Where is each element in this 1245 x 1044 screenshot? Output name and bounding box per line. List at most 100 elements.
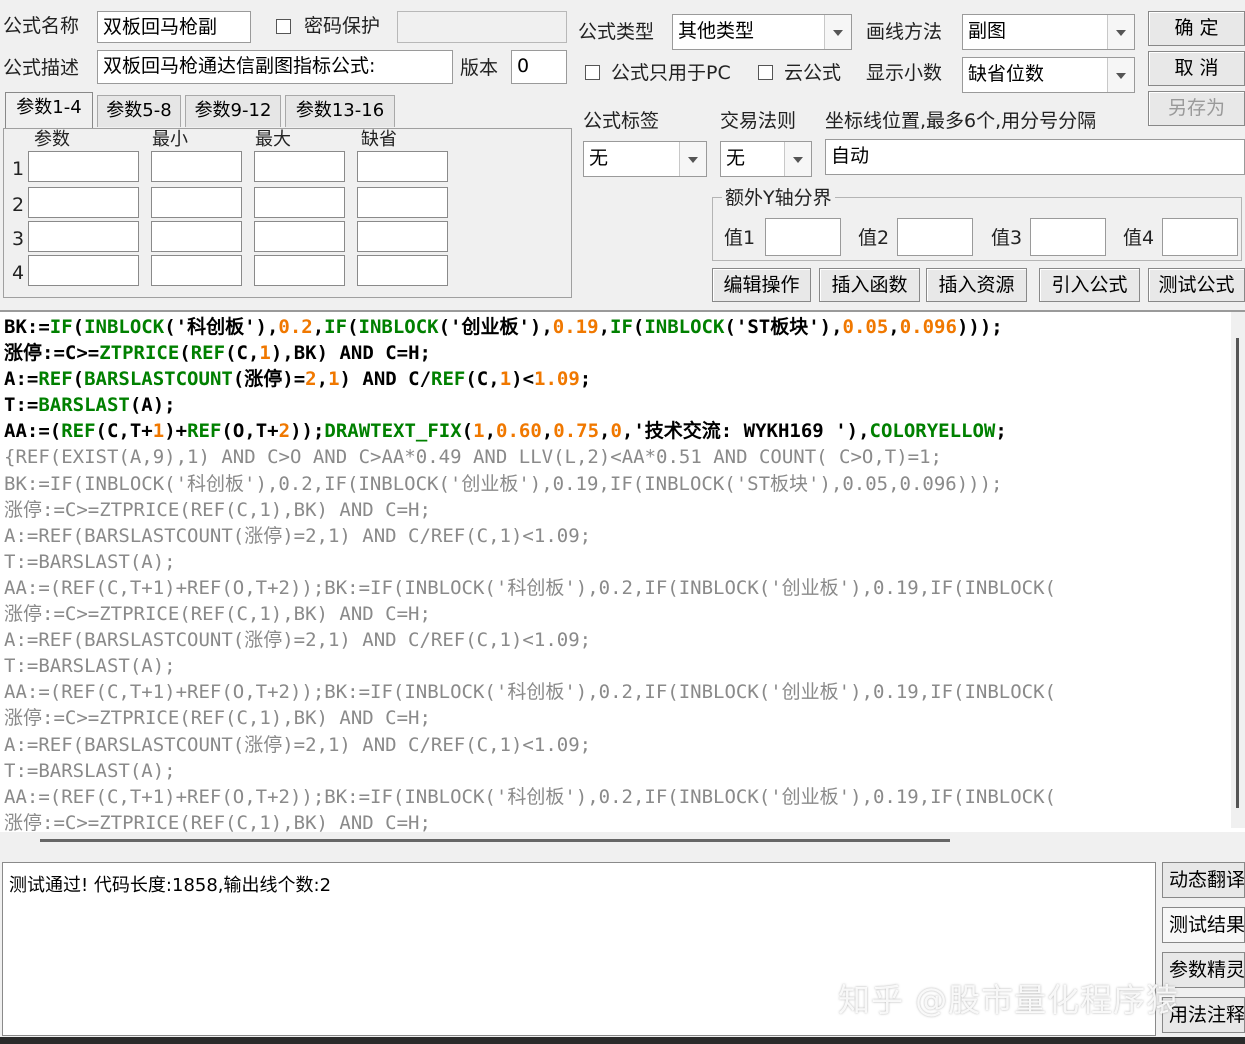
dynamic-translate-button[interactable]: 动态翻译 [1162,862,1245,898]
param-4-min[interactable] [151,255,242,286]
code-line[interactable]: 涨停:=C>=ZTPRICE(REF(C,1),BK) AND C=H; [4,601,1056,627]
tab-params-9-12[interactable]: 参数9-12 [185,95,281,127]
code-line[interactable]: 涨停:=C>=ZTPRICE(REF(C,1),BK) AND C=H; [4,705,1056,731]
code-line[interactable]: BK:=IF(INBLOCK('科创板'),0.2,IF(INBLOCK('创业… [4,471,1056,497]
param-4-max[interactable] [254,255,345,286]
param-2-name[interactable] [28,187,139,218]
code-line[interactable]: 涨停:=C>=ZTPRICE(REF(C,1),BK) AND C=H; [4,497,1056,523]
param-2-min[interactable] [151,187,242,218]
code-editor[interactable]: BK:=IF(INBLOCK('科创板'),0.2,IF(INBLOCK('创业… [0,310,1245,848]
param-header-max: 最大 [255,129,291,150]
param-row-number: 2 [12,194,25,216]
code-line[interactable]: T:=BARSLAST(A); [4,392,1056,418]
code-token: A:=REF(BARSLASTCOUNT(涨停)=2,1) AND C/REF(… [4,629,592,652]
code-line[interactable]: AA:=(REF(C,T+1)+REF(O,T+2));BK:=IF(INBLO… [4,784,1056,810]
code-line[interactable]: 涨停:=C>=ZTPRICE(REF(C,1),BK) AND C=H; [4,340,1056,366]
type-value: 其他类型 [678,20,755,42]
code-token: 涨停:=C>= [4,342,100,365]
param-3-default[interactable] [357,221,448,252]
code-token: REF [431,368,466,391]
edit-ops-button[interactable]: 编辑操作 [712,268,811,302]
code-token: BARSLASTCOUNT [84,368,233,391]
insert-resource-button[interactable]: 插入资源 [926,268,1027,302]
test-results-button[interactable]: 测试结果 [1162,907,1245,943]
code-token: T:=BARSLAST(A); [4,655,176,678]
code-line[interactable]: A:=REF(BARSLASTCOUNT(涨停)=2,1) AND C/REF(… [4,523,1056,549]
rule-select[interactable]: 无 [720,141,812,177]
code-line[interactable]: AA:=(REF(C,T+1)+REF(O,T+2));BK:=IF(INBLO… [4,679,1056,705]
insert-function-button[interactable]: 插入函数 [819,268,920,302]
param-4-name[interactable] [28,255,139,286]
cloud-checkbox[interactable] [758,65,773,80]
code-line[interactable]: A:=REF(BARSLASTCOUNT(涨停)=2,1) AND C/REF(… [4,366,1056,392]
tab-params-13-16[interactable]: 参数13-16 [285,95,395,127]
param-1-max[interactable] [254,151,345,182]
code-line[interactable]: T:=BARSLAST(A); [4,653,1056,679]
code-line[interactable]: AA:=(REF(C,T+1)+REF(O,T+2));BK:=IF(INBLO… [4,575,1056,601]
code-token: BARSLAST [38,394,130,417]
save-as-button[interactable]: 另存为 [1148,91,1245,126]
chevron-down-icon [679,142,706,176]
y2-field[interactable] [897,218,973,256]
draw-select[interactable]: 副图 [962,14,1135,50]
decimals-select[interactable]: 缺省位数 [962,57,1135,93]
code-text[interactable]: BK:=IF(INBLOCK('科创板'),0.2,IF(INBLOCK('创业… [4,314,1056,836]
code-line[interactable]: AA:=(REF(C,T+1)+REF(O,T+2));DRAWTEXT_FIX… [4,418,1056,444]
y2-label: 值2 [858,227,890,249]
code-token: ( [72,316,85,338]
param-2-max[interactable] [254,187,345,218]
y3-field[interactable] [1030,218,1106,256]
draw-value: 副图 [968,20,1007,42]
code-token: , [541,420,554,443]
param-3-min[interactable] [151,221,242,252]
version-field[interactable]: 0 [511,50,567,84]
chevron-down-icon [784,142,811,176]
param-1-name[interactable] [28,151,139,182]
type-select[interactable]: 其他类型 [672,14,852,50]
param-4-default[interactable] [357,255,448,286]
y4-field[interactable] [1162,218,1238,256]
code-token: REF [190,342,226,365]
ok-button[interactable]: 确 定 [1148,11,1245,46]
code-token: (A); [129,394,176,417]
decimals-value: 缺省位数 [968,63,1045,85]
code-token: ( [632,316,645,338]
code-token: {REF(EXIST(A,9),1) AND C>O AND C>AA*0.49… [4,446,942,469]
param-2-default[interactable] [357,187,448,218]
code-token: 涨停:=C>=ZTPRICE(REF(C,1),BK) AND C=H; [4,603,431,626]
tab-params-1-4[interactable]: 参数1-4 [5,92,93,128]
code-line[interactable]: T:=BARSLAST(A); [4,758,1056,784]
pc-only-checkbox[interactable] [585,65,600,80]
code-line[interactable]: A:=REF(BARSLASTCOUNT(涨停)=2,1) AND C/REF(… [4,627,1056,653]
param-1-default[interactable] [357,151,448,182]
code-token: (C, [465,368,500,391]
param-1-min[interactable] [151,151,242,182]
param-3-name[interactable] [28,221,139,252]
code-line[interactable]: {REF(EXIST(A,9),1) AND C>O AND C>AA*0.49… [4,444,1056,470]
name-field[interactable]: 双板回马枪副 [97,11,251,43]
password-checkbox[interactable] [276,19,291,34]
code-line[interactable]: A:=REF(BARSLASTCOUNT(涨停)=2,1) AND C/REF(… [4,732,1056,758]
tab-params-5-8[interactable]: 参数5-8 [97,95,181,127]
test-formula-button[interactable]: 测试公式 [1148,268,1245,302]
scroll-thumb[interactable] [1236,338,1239,808]
horizontal-scrollbar[interactable] [0,832,1245,848]
code-token: INBLOCK [644,316,725,338]
vertical-scrollbar[interactable] [1231,312,1245,828]
scroll-thumb[interactable] [40,839,950,842]
code-token: 0.19 [552,316,599,338]
desc-field[interactable]: 双板回马枪通达信副图指标公式: [97,50,453,84]
version-label: 版本 [460,57,499,79]
import-formula-button[interactable]: 引入公式 [1039,268,1140,302]
code-line[interactable]: T:=BARSLAST(A); [4,549,1056,575]
code-token: 涨停:=C>=ZTPRICE(REF(C,1),BK) AND C=H; [4,811,431,834]
tag-select[interactable]: 无 [583,141,707,177]
y1-field[interactable] [765,218,841,256]
code-line[interactable]: BK:=IF(INBLOCK('科创板'),0.2,IF(INBLOCK('创业… [4,314,1056,340]
code-token: 2 [278,420,291,443]
cancel-button[interactable]: 取 消 [1148,51,1245,86]
param-3-max[interactable] [254,221,345,252]
code-token: DRAWTEXT_FIX [324,420,462,443]
code-token: T:= [4,394,39,417]
axis-field[interactable]: 自动 [825,139,1245,175]
